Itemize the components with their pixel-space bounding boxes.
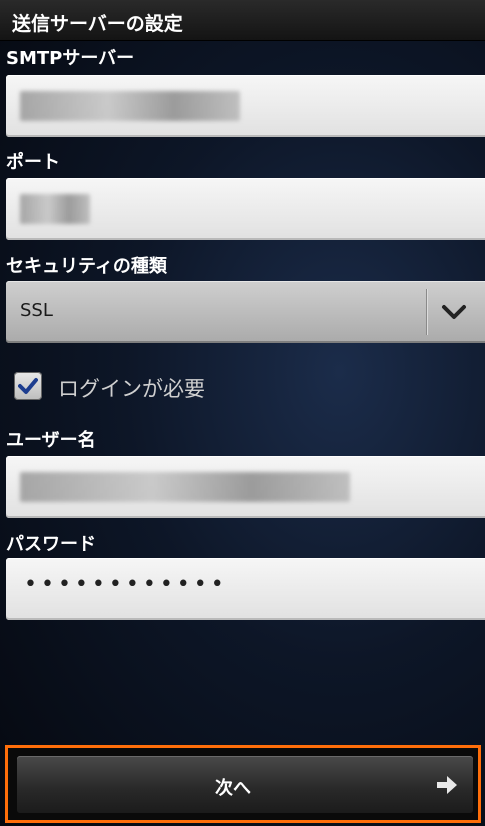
arrow-right-icon: [437, 776, 457, 794]
smtp-server-label: SMTPサーバー: [6, 48, 135, 69]
smtp-server-redacted-value: [20, 91, 240, 121]
port-input[interactable]: [6, 178, 485, 240]
title-bar: 送信サーバーの設定: [0, 0, 485, 41]
next-button[interactable]: 次へ: [17, 756, 473, 813]
smtp-server-input[interactable]: [6, 75, 485, 137]
port-label: ポート: [6, 152, 60, 173]
security-type-dropdown[interactable]: SSL: [6, 281, 485, 343]
login-required-label: ログインが必要: [58, 377, 205, 401]
checkmark-icon: [18, 378, 38, 394]
password-label: パスワード: [6, 534, 96, 555]
username-redacted-value: [20, 472, 350, 502]
login-required-checkbox[interactable]: [14, 372, 42, 400]
password-masked-value: ••••••••••••: [24, 572, 228, 597]
password-input[interactable]: ••••••••••••: [6, 558, 485, 620]
outgoing-server-settings-screen: 送信サーバーの設定 SMTPサーバー ポート セキュリティの種類 SSL ログイ…: [0, 0, 485, 826]
security-type-value: SSL: [20, 300, 53, 321]
dropdown-divider: [426, 289, 427, 335]
next-button-label: 次へ: [215, 778, 251, 799]
port-redacted-value: [20, 194, 90, 224]
username-label: ユーザー名: [6, 430, 96, 451]
page-title: 送信サーバーの設定: [12, 13, 183, 35]
login-required-row[interactable]: ログインが必要: [14, 366, 314, 406]
security-type-label: セキュリティの種類: [6, 256, 167, 277]
username-input[interactable]: [6, 456, 485, 518]
chevron-down-icon: [442, 305, 466, 319]
next-button-highlight: 次へ: [5, 745, 481, 823]
